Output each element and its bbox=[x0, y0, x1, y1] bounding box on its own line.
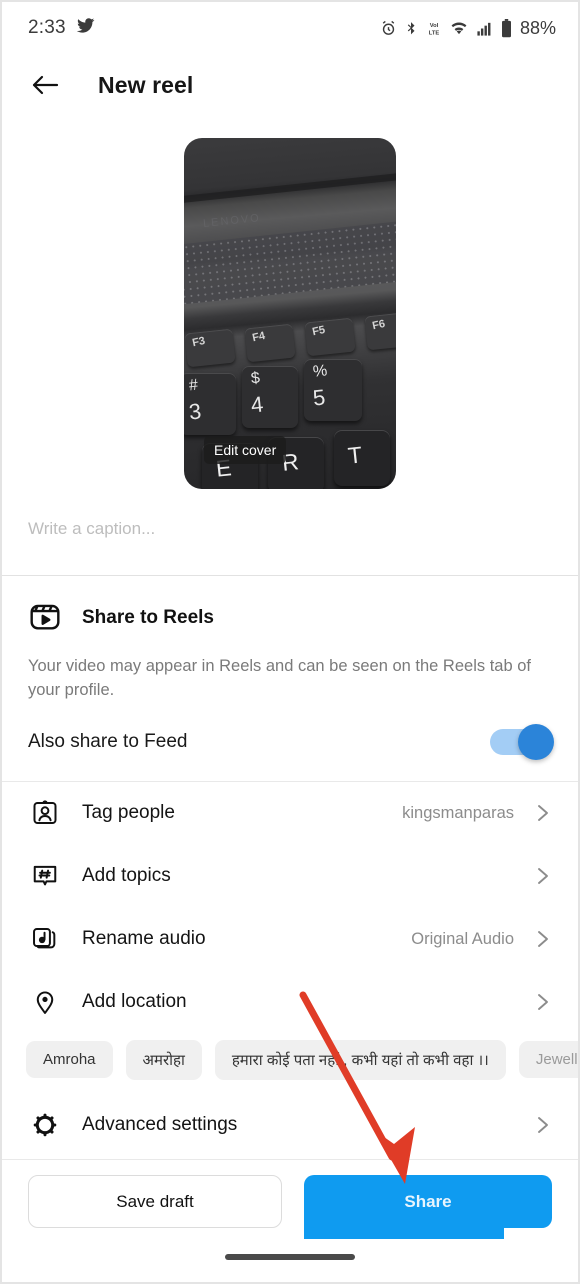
laptop-brand-mark: LENOVO bbox=[202, 212, 262, 231]
option-label: Add topics bbox=[82, 865, 171, 887]
status-bar: 2:33 VoI LTE 88% bbox=[2, 2, 578, 54]
status-bar-right: VoI LTE 88% bbox=[380, 18, 556, 39]
app-header: New reel bbox=[2, 54, 578, 116]
toggle-knob bbox=[518, 723, 554, 760]
key-f3: F3 bbox=[184, 328, 236, 368]
cellular-signal-icon bbox=[475, 20, 494, 37]
edit-cover-button[interactable]: Edit cover bbox=[204, 436, 287, 464]
option-value: Original Audio bbox=[411, 929, 514, 948]
hashtag-icon bbox=[28, 862, 62, 890]
svg-text:VoI: VoI bbox=[430, 23, 439, 29]
option-row-rename-audio[interactable]: Rename audio Original Audio bbox=[2, 908, 578, 971]
laptop-speaker-grille bbox=[184, 220, 396, 305]
option-label: Add location bbox=[82, 991, 187, 1013]
tag-people-icon bbox=[28, 799, 62, 827]
location-suggestion-chips[interactable]: Amroha अमरोहा हमारा कोई पता नहीं , कभी य… bbox=[2, 1034, 578, 1094]
share-to-reels-description: Your video may appear in Reels and can b… bbox=[28, 657, 531, 699]
location-chip[interactable]: Jewelle bbox=[518, 1041, 578, 1079]
share-to-reels-title: Share to Reels bbox=[82, 606, 214, 628]
volte-icon: VoI LTE bbox=[425, 20, 443, 37]
battery-icon bbox=[501, 18, 512, 38]
audio-note-icon bbox=[28, 925, 62, 953]
also-share-to-feed-label: Also share to Feed bbox=[28, 730, 188, 752]
option-row-advanced-settings[interactable]: Advanced settings bbox=[2, 1094, 578, 1157]
key-f4: F4 bbox=[244, 323, 296, 363]
option-row-add-topics[interactable]: Add topics bbox=[2, 845, 578, 908]
battery-percent: 88% bbox=[519, 17, 556, 38]
key-t: T bbox=[334, 430, 390, 486]
key-3: #3 bbox=[184, 373, 236, 435]
share-button[interactable]: Share bbox=[304, 1175, 552, 1228]
location-pin-icon bbox=[28, 988, 62, 1016]
share-to-reels-header: Share to Reels bbox=[28, 598, 552, 637]
laptop-lid-line bbox=[184, 169, 396, 205]
home-indicator[interactable] bbox=[225, 1254, 355, 1260]
chevron-right-icon bbox=[534, 927, 552, 951]
save-draft-button[interactable]: Save draft bbox=[28, 1175, 282, 1228]
gear-icon bbox=[28, 1111, 62, 1139]
reels-icon bbox=[28, 598, 62, 637]
page-title: New reel bbox=[98, 71, 194, 98]
option-row-add-location[interactable]: Add location bbox=[2, 971, 578, 1034]
twitter-bird-icon bbox=[76, 16, 95, 40]
phone-screen: 2:33 VoI LTE 88% New reel LENOVO F3 F4 F… bbox=[0, 0, 580, 1284]
footer-action-bar: Save draft Share bbox=[2, 1161, 578, 1239]
key-f5: F5 bbox=[304, 317, 356, 357]
location-chip[interactable]: अमरोहा bbox=[125, 1039, 202, 1080]
location-chip[interactable]: Amroha bbox=[26, 1041, 113, 1079]
status-time: 2:33 bbox=[28, 17, 66, 38]
chevron-right-icon bbox=[534, 864, 552, 888]
video-thumbnail[interactable]: LENOVO F3 F4 F5 F6 #3 $4 % 5 E R T Edit … bbox=[184, 138, 396, 489]
option-row-tag-people[interactable]: Tag people kingsmanparas bbox=[2, 782, 578, 845]
back-arrow-icon[interactable] bbox=[28, 68, 62, 102]
svg-text:LTE: LTE bbox=[429, 30, 440, 36]
caption-input-row[interactable]: Write a caption... bbox=[2, 489, 578, 575]
caption-placeholder: Write a caption... bbox=[28, 519, 156, 538]
share-button-zone: Share bbox=[304, 1175, 552, 1239]
key-4: $4 bbox=[242, 366, 298, 428]
media-preview-area: LENOVO F3 F4 F5 F6 #3 $4 % 5 E R T Edit … bbox=[2, 116, 578, 489]
option-label: Tag people bbox=[82, 802, 175, 824]
wifi-icon bbox=[450, 20, 468, 37]
also-share-to-feed-row[interactable]: Also share to Feed bbox=[28, 703, 554, 781]
divider-above-footer bbox=[2, 1159, 578, 1160]
alarm-icon bbox=[380, 20, 397, 37]
key-5: % 5 bbox=[304, 359, 362, 421]
option-label: Rename audio bbox=[82, 928, 206, 950]
bluetooth-icon bbox=[404, 20, 418, 37]
option-label: Advanced settings bbox=[82, 1114, 238, 1136]
status-bar-left: 2:33 bbox=[28, 16, 95, 40]
key-f6: F6 bbox=[364, 311, 396, 351]
chevron-right-icon bbox=[534, 1113, 552, 1137]
chevron-right-icon bbox=[534, 801, 552, 825]
chevron-right-icon bbox=[534, 990, 552, 1014]
share-to-reels-section: Share to Reels Your video may appear in … bbox=[2, 576, 578, 781]
option-value: kingsmanparas bbox=[402, 803, 514, 822]
location-chip[interactable]: हमारा कोई पता नहीं , कभी यहां तो कभी वहा… bbox=[214, 1039, 506, 1080]
also-share-to-feed-toggle[interactable] bbox=[490, 723, 554, 760]
